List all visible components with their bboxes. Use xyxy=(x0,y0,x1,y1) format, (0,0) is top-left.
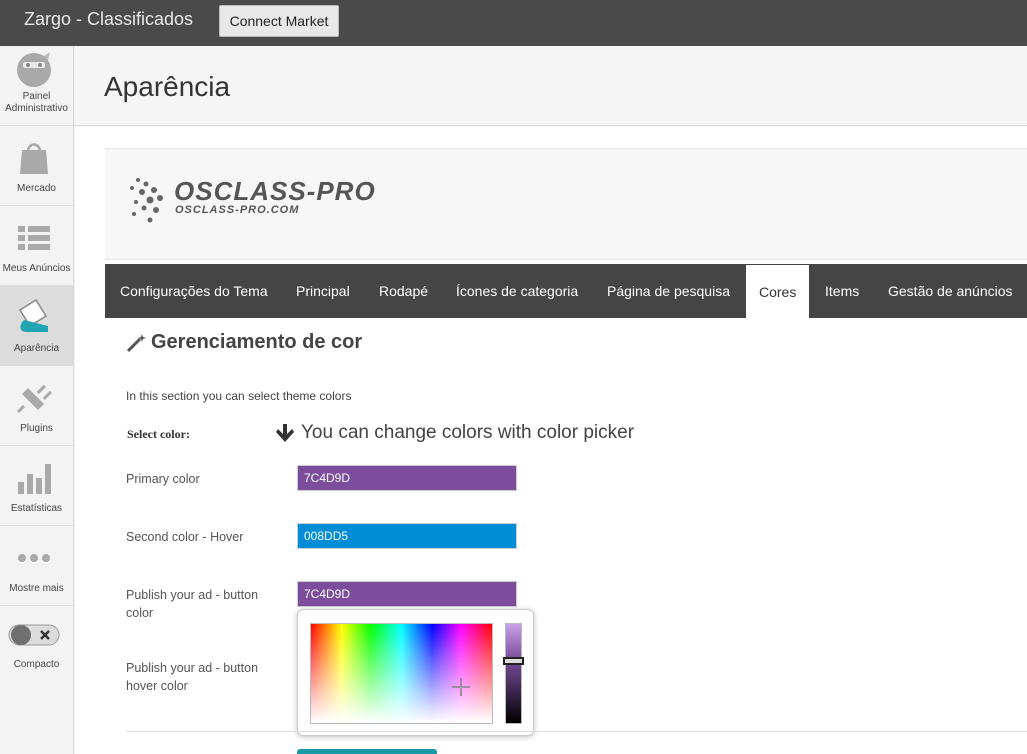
sidebar-item-dashboard[interactable]: Painel Administrativo xyxy=(0,46,73,126)
save-button[interactable] xyxy=(297,749,437,754)
plug-icon xyxy=(16,384,52,414)
list-icon xyxy=(18,226,50,250)
logo-icon xyxy=(130,178,163,223)
logo-wordmark: OSCLASS-PRO xyxy=(174,176,376,206)
page-title: Aparência xyxy=(104,71,231,102)
second-color-label: Second color - Hover xyxy=(126,530,244,544)
sidebar-item-plugins[interactable]: Plugins xyxy=(0,366,73,446)
sidebar-item-label: Compacto xyxy=(13,659,60,670)
tab-colors[interactable]: Cores xyxy=(746,265,810,318)
publish-button-color-label: Publish your ad - button color xyxy=(126,588,259,620)
sidebar-item-label: Mercado xyxy=(17,183,56,194)
tab-items[interactable]: Items xyxy=(812,264,872,318)
bar-chart-icon xyxy=(18,464,51,494)
sidebar-item-label: Estatísticas xyxy=(10,503,63,514)
color-picker-hint: You can change colors with color picker xyxy=(301,422,635,443)
sidebar-item-label: Plugins xyxy=(20,423,53,434)
publish-button-color-input[interactable] xyxy=(297,581,517,607)
app-title: Zargo - Classificados xyxy=(24,9,194,29)
tab-category-icons[interactable]: Ícones de categoria xyxy=(442,264,592,318)
color-luminance-slider[interactable] xyxy=(505,623,522,724)
primary-color-input[interactable] xyxy=(297,465,517,491)
sidebar-item-statistics[interactable]: Estatísticas xyxy=(0,446,73,526)
second-color-input[interactable] xyxy=(297,523,517,549)
arrow-down-icon xyxy=(276,424,294,442)
tab-ad-management[interactable]: Gestão de anúncios xyxy=(874,264,1027,318)
sidebar-item-appearance[interactable]: Aparência xyxy=(0,286,73,366)
primary-color-label: Primary color xyxy=(126,472,200,486)
tab-search-page[interactable]: Página de pesquisa xyxy=(594,264,743,318)
tab-footer[interactable]: Rodapé xyxy=(365,264,442,318)
crosshair-icon[interactable] xyxy=(451,677,471,697)
sidebar-item-label: Mostre mais xyxy=(9,583,64,594)
more-dots-icon xyxy=(18,554,50,562)
publish-button-hover-color-label: Publish your ad - button hover color xyxy=(126,661,259,693)
sidebar-item-compact[interactable]: Compacto xyxy=(0,606,73,686)
tab-main[interactable]: Principal xyxy=(283,264,363,318)
divider xyxy=(126,731,1027,732)
connect-market-button[interactable]: Connect Market xyxy=(219,5,339,37)
logo-tagline: OSCLASS-PRO.COM xyxy=(175,204,300,216)
dashboard-icon xyxy=(17,52,51,87)
theme-tabs: Configurações do Tema Principal Rodapé Í… xyxy=(105,264,1027,318)
sidebar-item-label: Meus Anúncios xyxy=(2,263,71,274)
sidebar-item-label: Painel Administrativo xyxy=(5,91,68,114)
toggle-icon[interactable] xyxy=(8,622,60,648)
sidebar-item-label: Aparência xyxy=(13,343,60,354)
tab-theme-settings[interactable]: Configurações do Tema xyxy=(105,264,283,318)
sidebar: Painel Administrativo Mercado Meus Anúnc… xyxy=(0,46,74,754)
page-header: Aparência xyxy=(75,46,1027,126)
section-title: Gerenciamento de cor xyxy=(151,331,363,353)
select-color-label: Select color: xyxy=(127,427,190,441)
section-intro: In this section you can select theme col… xyxy=(126,389,352,403)
top-bar: Zargo - Classificados Connect Market xyxy=(0,0,1027,46)
sidebar-item-market[interactable]: Mercado xyxy=(0,126,73,206)
sidebar-item-my-ads[interactable]: Meus Anúncios xyxy=(0,206,73,286)
shopping-bag-icon xyxy=(20,143,48,174)
paint-bucket-icon xyxy=(18,298,48,332)
luminance-slider-handle[interactable] xyxy=(503,657,524,665)
sidebar-item-more[interactable]: Mostre mais xyxy=(0,526,73,606)
color-saturation-area[interactable] xyxy=(310,623,493,724)
color-picker-popup[interactable] xyxy=(297,609,534,736)
magic-wand-icon xyxy=(126,334,146,353)
